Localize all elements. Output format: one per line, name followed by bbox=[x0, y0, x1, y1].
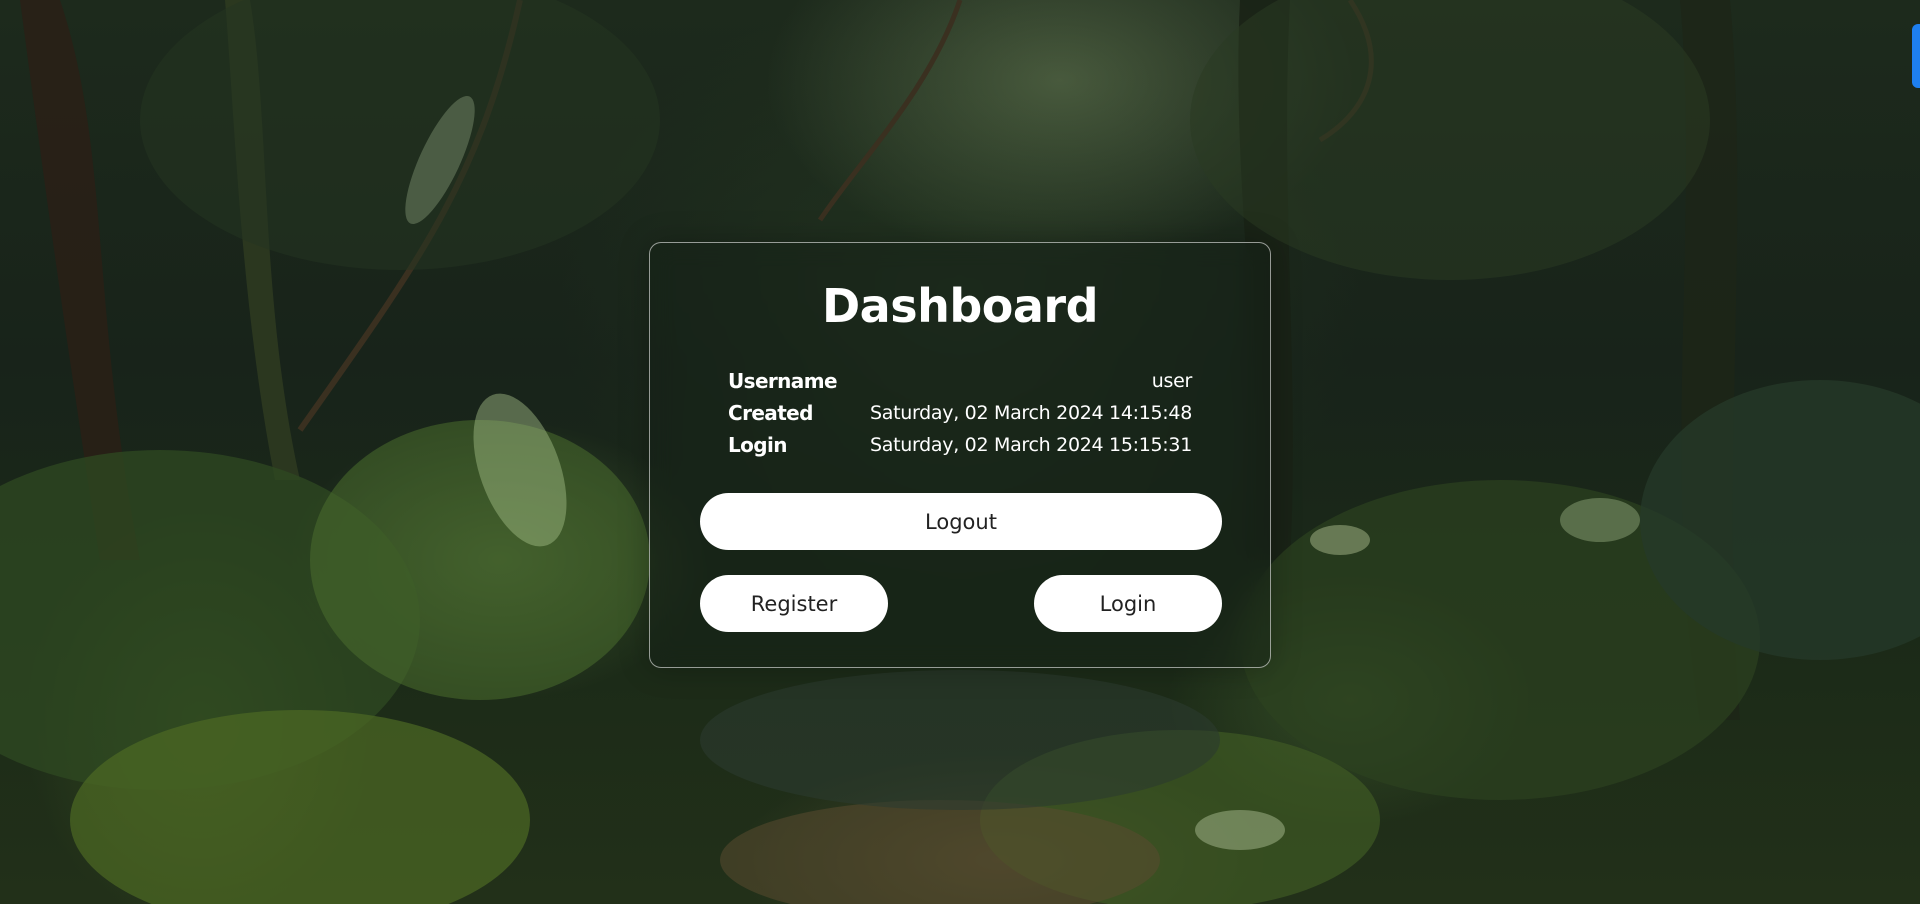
created-label: Created bbox=[728, 401, 813, 425]
username-value: user bbox=[1151, 370, 1193, 392]
page-title: Dashboard bbox=[821, 279, 1099, 333]
login-button[interactable]: Login bbox=[1034, 575, 1222, 632]
info-row-username: Username user bbox=[728, 365, 1192, 397]
edge-tab[interactable] bbox=[1912, 24, 1920, 88]
login-label: Login bbox=[728, 433, 788, 457]
account-info: Username user Created Saturday, 02 March… bbox=[728, 365, 1192, 461]
username-label: Username bbox=[728, 369, 838, 393]
created-value: Saturday, 02 March 2024 14:15:48 bbox=[869, 402, 1192, 424]
login-value: Saturday, 02 March 2024 15:15:31 bbox=[869, 434, 1192, 456]
dashboard-card: Dashboard Username user Created Saturday… bbox=[649, 242, 1271, 668]
info-row-login: Login Saturday, 02 March 2024 15:15:31 bbox=[728, 429, 1192, 461]
logout-button[interactable]: Logout bbox=[700, 493, 1222, 550]
info-row-created: Created Saturday, 02 March 2024 14:15:48 bbox=[728, 397, 1192, 429]
register-button[interactable]: Register bbox=[700, 575, 888, 632]
